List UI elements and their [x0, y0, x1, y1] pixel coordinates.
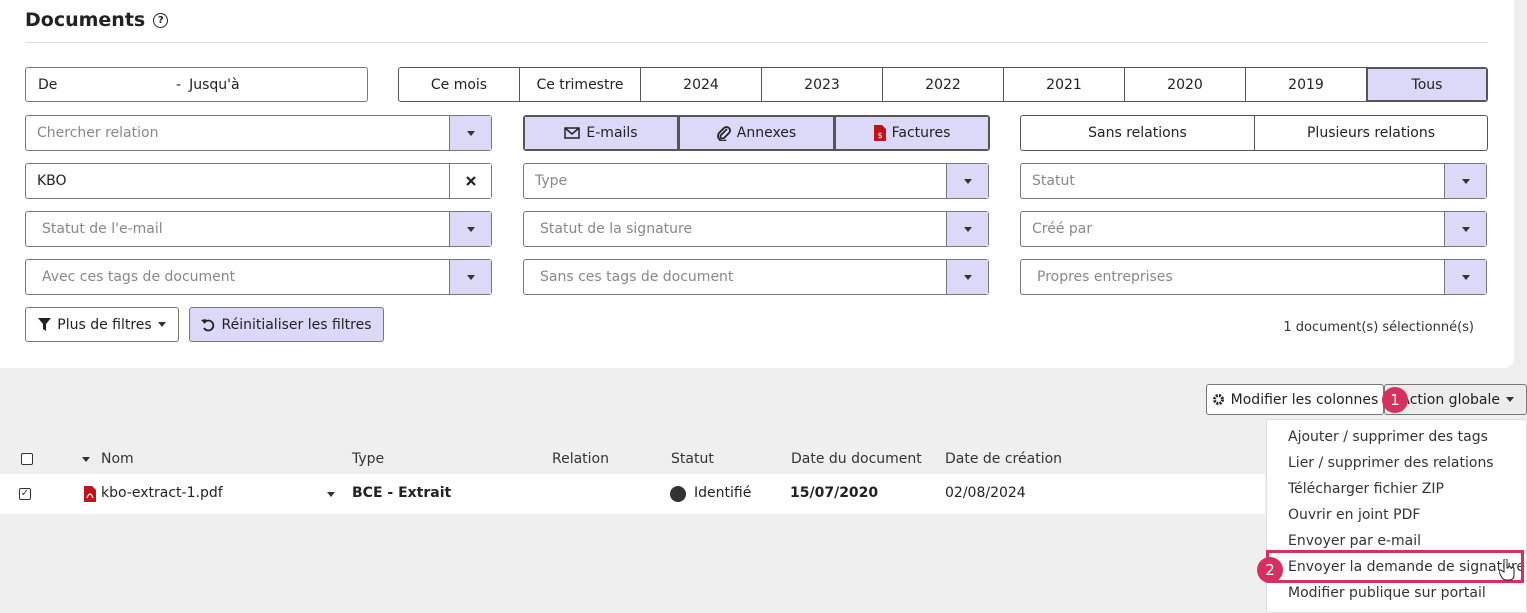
more-filters-button[interactable]: Plus de filtres [25, 307, 179, 342]
menu-item-send-email[interactable]: Envoyer par e-mail [1288, 533, 1421, 549]
chevron-down-icon[interactable] [1444, 164, 1486, 198]
menu-item-download-zip[interactable]: Télécharger fichier ZIP [1288, 481, 1444, 497]
chevron-down-icon[interactable] [449, 260, 491, 294]
kind-attachments[interactable]: Annexes [679, 116, 835, 150]
row-name[interactable]: kbo-extract-1.pdf [101, 485, 223, 501]
page-title: Documents ? [25, 9, 169, 31]
column-header-status[interactable]: Statut [671, 451, 714, 467]
date-to-label: Jusqu'à [189, 76, 240, 93]
search-relation-input[interactable]: Chercher relation [25, 115, 492, 151]
chevron-down-icon[interactable] [946, 212, 988, 246]
invoice-icon: $ [873, 125, 886, 141]
menu-item-open-pdf[interactable]: Ouvrir en joint PDF [1288, 507, 1420, 523]
menu-item-relations[interactable]: Lier / supprimer des relations [1288, 455, 1494, 471]
undo-icon [201, 318, 215, 331]
row-created: 02/08/2024 [945, 485, 1026, 501]
row-expand-icon[interactable] [327, 492, 335, 497]
email-status-select[interactable]: Statut de l'e-mail [25, 211, 492, 247]
period-2021[interactable]: 2021 [1004, 68, 1125, 101]
help-icon[interactable]: ? [153, 12, 169, 28]
period-2023[interactable]: 2023 [762, 68, 883, 101]
row-type: BCE - Extrait [352, 485, 452, 501]
gear-icon [1212, 394, 1224, 405]
column-header-name[interactable]: Nom [101, 451, 134, 467]
hand-cursor-icon [1499, 559, 1515, 581]
column-header-type[interactable]: Type [352, 451, 384, 467]
column-header-created[interactable]: Date de création [945, 451, 1062, 467]
kind-invoices[interactable]: $ Factures [835, 116, 989, 150]
row-checkbox[interactable]: ✓ [19, 488, 31, 500]
caret-down-icon [157, 322, 166, 327]
chevron-down-icon[interactable] [946, 260, 988, 294]
relation-mode-selector: Sans relations Plusieurs relations [1020, 115, 1488, 151]
reset-filters-button[interactable]: Réinitialiser les filtres [189, 307, 384, 342]
svg-text:$: $ [877, 131, 882, 140]
document-kind-selector: E-mails Annexes $ Factures [523, 115, 990, 151]
column-header-relation[interactable]: Relation [552, 451, 609, 467]
chevron-down-icon[interactable] [946, 164, 988, 198]
filters-card: Documents ? De - Jusqu'à Ce mois Ce trim… [0, 0, 1514, 368]
with-tags-select[interactable]: Avec ces tags de document [25, 259, 492, 295]
row-doc-date: 15/07/2020 [790, 485, 879, 501]
date-from-label: De [38, 76, 58, 93]
step-badge-2: 2 [1257, 557, 1283, 583]
caret-down-icon [1506, 397, 1514, 402]
mode-multiple-relations[interactable]: Plusieurs relations [1255, 116, 1487, 150]
chevron-down-icon[interactable] [449, 116, 491, 150]
global-action-menu: Ajouter / supprimer des tags Lier / supp… [1266, 419, 1527, 613]
period-this-month[interactable]: Ce mois [399, 68, 520, 101]
status-select[interactable]: Statut [1020, 163, 1487, 199]
period-2019[interactable]: 2019 [1246, 68, 1367, 101]
sort-down-icon[interactable] [82, 457, 90, 462]
kind-emails-label: E-mails [586, 125, 638, 141]
more-filters-label: Plus de filtres [57, 316, 152, 333]
divider [25, 42, 1488, 43]
signature-status-select[interactable]: Statut de la signature [523, 211, 989, 247]
period-2020[interactable]: 2020 [1125, 68, 1246, 101]
mode-no-relations[interactable]: Sans relations [1021, 116, 1255, 150]
date-range-input[interactable]: De - Jusqu'à [25, 67, 368, 102]
period-this-quarter[interactable]: Ce trimestre [520, 68, 641, 101]
kind-attachments-label: Annexes [736, 125, 797, 141]
select-all-checkbox[interactable] [21, 453, 33, 465]
created-by-select[interactable]: Créé par [1020, 211, 1487, 247]
chevron-down-icon[interactable] [1444, 212, 1486, 246]
highlight-box [1266, 550, 1524, 583]
chevron-down-icon[interactable] [449, 212, 491, 246]
kbo-filter-input[interactable]: KBO [25, 163, 492, 199]
modify-columns-button[interactable]: Modifier les colonnes [1206, 384, 1384, 415]
paperclip-icon [716, 126, 731, 141]
filter-icon [38, 318, 52, 331]
menu-item-tags[interactable]: Ajouter / supprimer des tags [1288, 429, 1488, 445]
period-2022[interactable]: 2022 [883, 68, 1004, 101]
period-selector: Ce mois Ce trimestre 2024 2023 2022 2021… [398, 67, 1488, 102]
row-status: Identifié [694, 485, 752, 501]
kind-emails[interactable]: E-mails [524, 116, 679, 150]
type-select[interactable]: Type [523, 163, 989, 199]
close-icon[interactable] [449, 164, 491, 198]
own-companies-select[interactable]: Propres entreprises [1020, 259, 1487, 295]
envelope-icon [564, 127, 581, 139]
menu-item-portal[interactable]: Modifier publique sur portail [1288, 585, 1486, 601]
global-action-label: Action globale [1400, 391, 1500, 408]
without-tags-select[interactable]: Sans ces tags de document [523, 259, 989, 295]
pdf-file-icon [84, 486, 96, 502]
chevron-down-icon[interactable] [1444, 260, 1486, 294]
reset-filters-label: Réinitialiser les filtres [221, 316, 372, 333]
modify-columns-label: Modifier les colonnes [1230, 391, 1379, 408]
period-all[interactable]: Tous [1367, 68, 1487, 101]
selected-count: 1 document(s) sélectionné(s) [1283, 320, 1474, 335]
column-header-doc-date[interactable]: Date du document [791, 451, 922, 467]
period-2024[interactable]: 2024 [641, 68, 762, 101]
kind-invoices-label: Factures [891, 125, 951, 141]
status-dot-icon [670, 486, 686, 502]
step-badge-1: 1 [1382, 387, 1408, 413]
